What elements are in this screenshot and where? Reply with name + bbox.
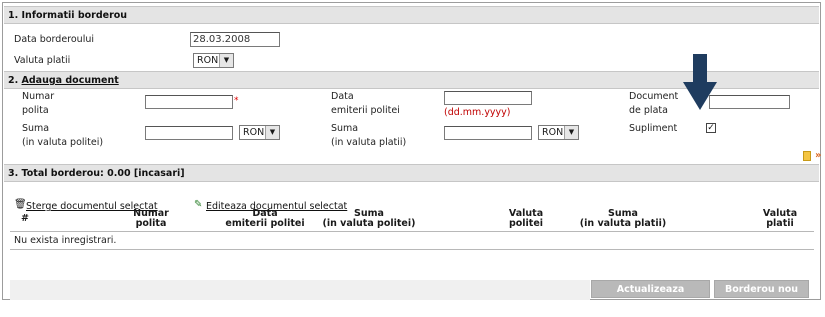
col-suma-platii: Suma (in valuta platii) <box>573 209 673 229</box>
numar-polita-label-1: Numar <box>22 91 55 102</box>
annotation-arrow-icon <box>683 54 717 110</box>
col-valuta-politei-l2: politei <box>508 218 544 229</box>
col-suma-platii-l2: (in valuta platii) <box>579 218 667 229</box>
actualizeaza-borderou-button[interactable]: Actualizeaza borderou <box>591 280 710 313</box>
valuta-platii-label: Valuta platii <box>14 55 71 66</box>
date-format-hint: (dd.mm.yyyy) <box>444 107 511 118</box>
valuta-platii-2-value: RON <box>542 127 564 138</box>
valuta-platii-select[interactable]: RON ▼ <box>193 53 234 68</box>
document-plata-label-1: Document <box>629 91 679 102</box>
footer-bar <box>10 280 590 300</box>
data-emiterii-input[interactable] <box>444 91 532 105</box>
numar-polita-input[interactable] <box>145 95 233 109</box>
valuta-platii-select-2[interactable]: RON ▼ <box>538 125 579 140</box>
valuta-politei-select[interactable]: RON ▼ <box>239 125 280 140</box>
table-divider <box>10 249 814 250</box>
trash-icon[interactable]: 🗑 <box>14 199 27 210</box>
col-numar-polita-l2: polita <box>135 218 167 229</box>
data-borderou-label: Data borderoului <box>14 34 94 45</box>
adauga-document-link[interactable]: Adauga document <box>22 75 119 86</box>
suma-platii-input[interactable] <box>444 126 532 140</box>
col-data-emiterii: Data emiterii politei <box>215 209 315 229</box>
chevron-down-icon: ▼ <box>219 54 233 67</box>
section-3-header: 3. Total borderou: 0.00 [incasari] <box>4 164 819 182</box>
col-suma-politei-l2: (in valuta politei) <box>322 218 416 229</box>
empty-table-message: Nu exista inregistrari. <box>14 235 117 246</box>
data-borderou-input[interactable] <box>190 32 280 47</box>
section-1-title: 1. Informatii borderou <box>8 10 128 21</box>
data-emiterii-label-2: emiterii politei <box>331 105 400 116</box>
suma-politei-label-1: Suma <box>22 123 50 134</box>
suma-platii-label-2: (in valuta platii) <box>331 137 407 148</box>
borderou-nou-button[interactable]: Borderou nou <box>714 280 809 298</box>
data-emiterii-label-1: Data <box>331 91 354 102</box>
col-index: # <box>21 213 29 224</box>
valuta-politei-value: RON <box>243 127 265 138</box>
supliment-label: Supliment <box>629 123 678 134</box>
document-plata-input[interactable] <box>709 95 790 109</box>
supliment-checkbox[interactable]: ✓ <box>706 123 716 133</box>
section-1-header: 1. Informatii borderou <box>4 6 819 24</box>
col-valuta-platii-l2: platii <box>766 218 794 229</box>
suma-politei-input[interactable] <box>145 126 233 140</box>
chevron-down-icon: ▼ <box>564 126 578 139</box>
numar-polita-label-2: polita <box>22 105 49 116</box>
borderou-form: 1. Informatii borderou Data borderoului … <box>2 2 821 313</box>
col-data-emiterii-l2: emiterii politei <box>225 218 305 229</box>
check-icon: ✓ <box>707 123 715 133</box>
valuta-platii-value: RON <box>197 55 219 66</box>
col-valuta-politei: Valuta politei <box>501 209 551 229</box>
chevron-down-icon: ▼ <box>265 126 279 139</box>
document-plata-label-2: de plata <box>629 105 668 116</box>
document-icon[interactable] <box>803 151 811 161</box>
section-2-prefix: 2. <box>8 75 22 86</box>
arrow-right-icon[interactable]: » <box>815 150 821 161</box>
pencil-icon[interactable]: ✎ <box>194 199 202 210</box>
col-numar-polita: Numar polita <box>121 209 181 229</box>
table-divider <box>10 231 814 232</box>
suma-platii-label-1: Suma <box>331 123 359 134</box>
col-valuta-platii: Valuta platii <box>755 209 805 229</box>
suma-politei-label-2: (in valuta politei) <box>22 137 104 148</box>
col-suma-politei: Suma (in valuta politei) <box>319 209 419 229</box>
required-marker: * <box>234 96 239 106</box>
section-3-title: 3. Total borderou: 0.00 [incasari] <box>8 168 185 179</box>
